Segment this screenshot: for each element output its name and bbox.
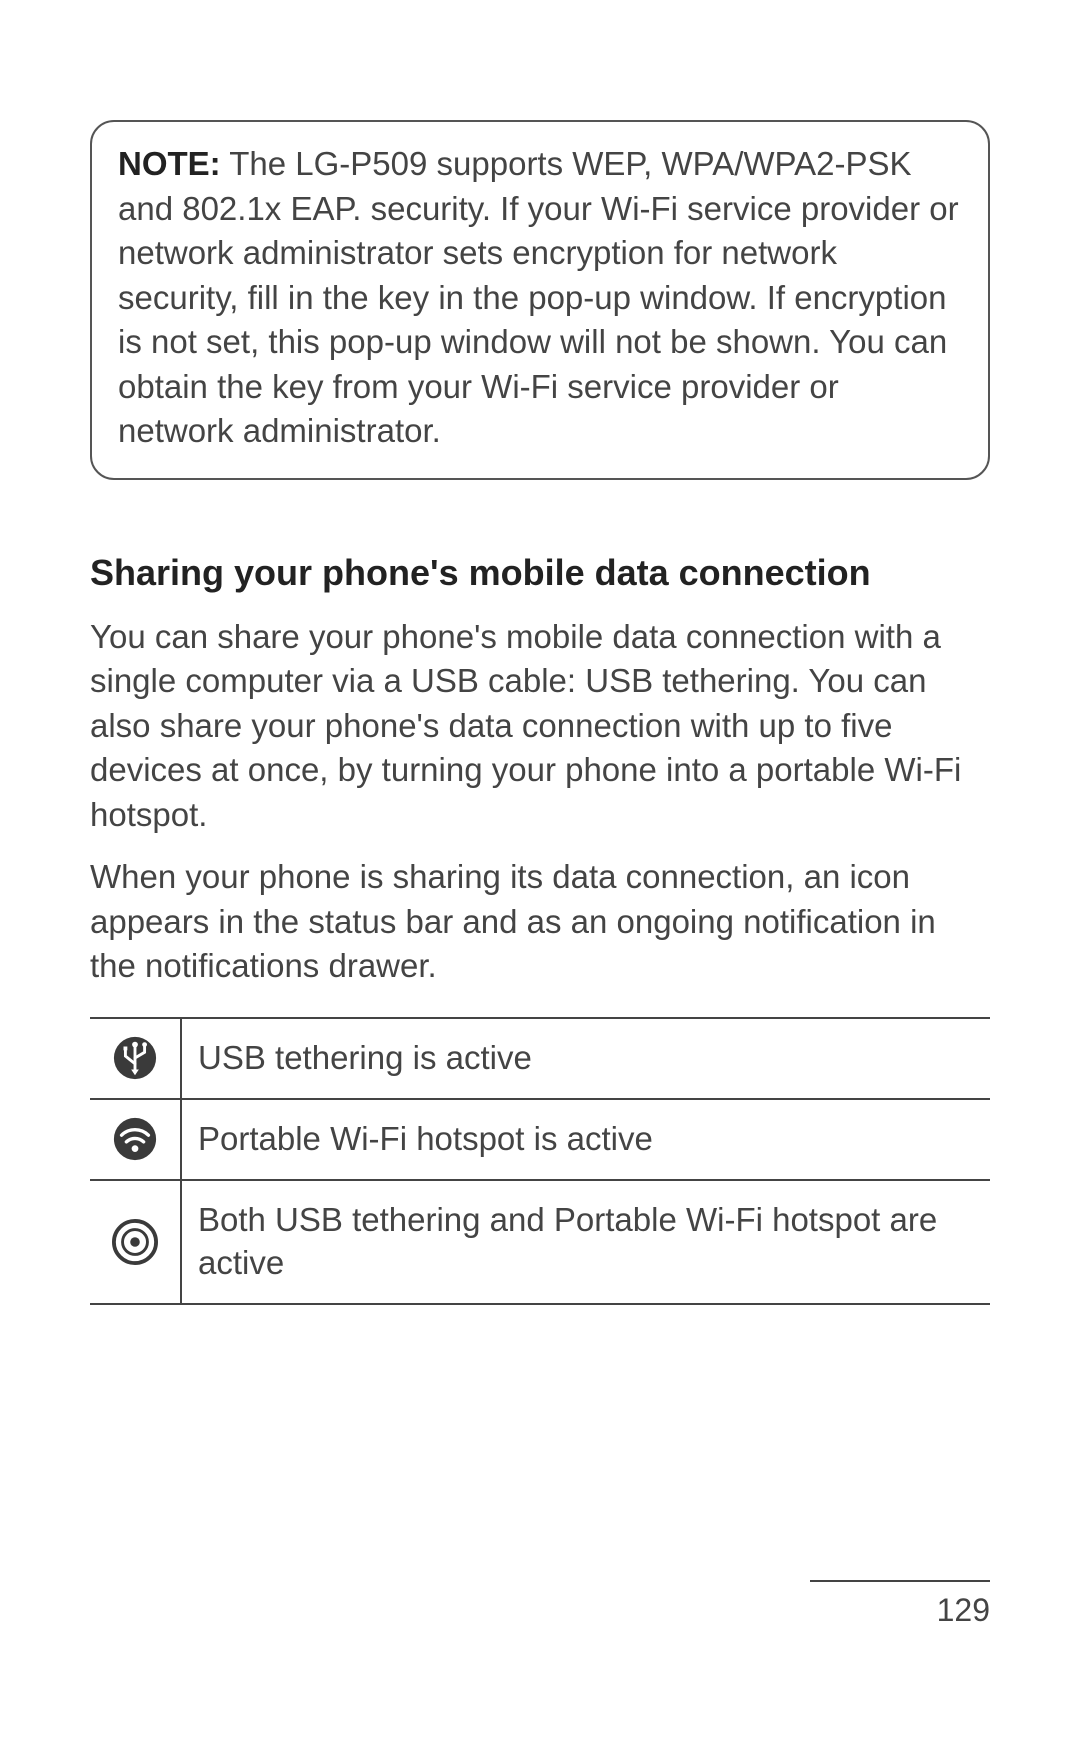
- note-label: NOTE:: [118, 145, 221, 182]
- page-number: 129: [810, 1592, 990, 1629]
- manual-page: NOTE: The LG-P509 supports WEP, WPA/WPA2…: [90, 120, 990, 1305]
- wifi-hotspot-icon: [90, 1099, 181, 1180]
- section-heading: Sharing your phone's mobile data connect…: [90, 550, 990, 597]
- icon-description: Portable Wi-Fi hotspot is active: [181, 1099, 990, 1180]
- table-row: Portable Wi-Fi hotspot is active: [90, 1099, 990, 1180]
- page-number-rule: [810, 1580, 990, 1582]
- icon-description: USB tethering is active: [181, 1018, 990, 1099]
- table-row: Both USB tethering and Portable Wi-Fi ho…: [90, 1180, 990, 1304]
- note-text: The LG-P509 supports WEP, WPA/WPA2-PSK a…: [118, 145, 959, 449]
- icon-description: Both USB tethering and Portable Wi-Fi ho…: [181, 1180, 990, 1304]
- usb-tethering-icon: [90, 1018, 181, 1099]
- section-paragraph-2: When your phone is sharing its data conn…: [90, 855, 990, 989]
- page-number-area: 129: [810, 1580, 990, 1629]
- both-active-icon: [90, 1180, 181, 1304]
- note-box: NOTE: The LG-P509 supports WEP, WPA/WPA2…: [90, 120, 990, 480]
- section-paragraph-1: You can share your phone's mobile data c…: [90, 615, 990, 838]
- table-row: USB tethering is active: [90, 1018, 990, 1099]
- status-icon-table: USB tethering is active Portable Wi-Fi h…: [90, 1017, 990, 1305]
